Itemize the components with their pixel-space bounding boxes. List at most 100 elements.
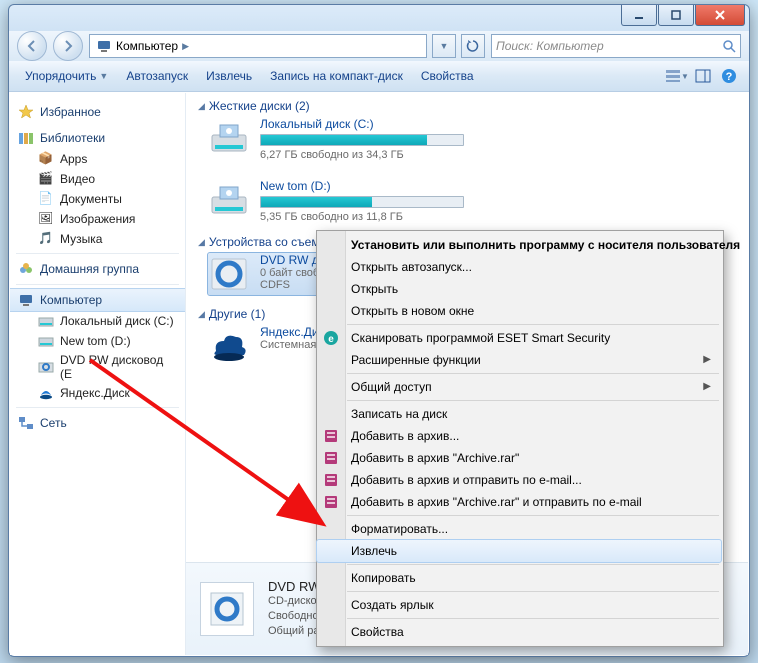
- homegroup-label: Домашняя группа: [40, 262, 139, 276]
- preview-pane-button[interactable]: [691, 65, 715, 87]
- context-menu-item[interactable]: Создать ярлык: [317, 594, 721, 616]
- context-menu-item[interactable]: Записать на диск: [317, 403, 721, 425]
- eject-button[interactable]: Извлечь: [198, 65, 260, 87]
- rar-icon: [323, 472, 339, 488]
- close-button[interactable]: [695, 5, 745, 26]
- context-menu-item[interactable]: Установить или выполнить программу с нос…: [317, 234, 721, 256]
- menu-separator: [347, 324, 719, 325]
- context-menu-item[interactable]: Открыть в новом окне: [317, 300, 721, 322]
- menu-separator: [347, 591, 719, 592]
- back-button[interactable]: [17, 31, 47, 61]
- homegroup-icon: [18, 261, 34, 277]
- computer-icon: [18, 292, 34, 308]
- context-menu-item[interactable]: Извлечь: [317, 540, 721, 562]
- eset-icon: e: [323, 330, 339, 346]
- sidebar-item-library[interactable]: 🎵Музыка: [10, 229, 185, 249]
- forward-button[interactable]: [53, 31, 83, 61]
- computer-group[interactable]: Компьютер: [10, 289, 185, 311]
- drive-subtext: 5,35 ГБ свободно из 11,8 ГБ: [260, 211, 464, 223]
- breadcrumb-root[interactable]: Компьютер ▶: [90, 35, 195, 57]
- sidebar-item-library[interactable]: 📦Apps: [10, 149, 185, 169]
- context-menu-item[interactable]: Свойства: [317, 621, 721, 643]
- context-menu-item[interactable]: Открыть: [317, 278, 721, 300]
- drive-tile[interactable]: Локальный диск (C:) 6,27 ГБ свободно из 3…: [208, 117, 464, 161]
- sidebar-item-drive[interactable]: Локальный диск (C:): [10, 311, 185, 331]
- burn-button[interactable]: Запись на компакт-диск: [262, 65, 411, 87]
- network-label: Сеть: [40, 416, 67, 430]
- properties-button[interactable]: Свойства: [413, 65, 482, 87]
- context-menu-item[interactable]: Копировать: [317, 567, 721, 589]
- capacity-bar: [260, 196, 464, 208]
- drive-icon: [38, 359, 54, 375]
- minimize-button[interactable]: [621, 5, 657, 26]
- menu-separator: [347, 564, 719, 565]
- sidebar-item-drive[interactable]: DVD RW дисковод (E: [10, 351, 185, 383]
- sidebar-item-label: Изображения: [60, 212, 135, 226]
- homegroup[interactable]: Домашняя группа: [10, 258, 185, 280]
- autoplay-button[interactable]: Автозапуск: [118, 65, 196, 87]
- search-input[interactable]: Поиск: Компьютер: [491, 34, 741, 58]
- sidebar-item-library[interactable]: 📄Документы: [10, 189, 185, 209]
- rar-icon: [323, 450, 339, 466]
- chevron-right-icon: ▶: [703, 354, 711, 365]
- address-bar[interactable]: Компьютер ▶: [89, 34, 427, 58]
- hdd-icon: [208, 179, 250, 221]
- sidebar-item-library[interactable]: 🎬Видео: [10, 169, 185, 189]
- sidebar-item-label: Яндекс.Диск: [60, 386, 130, 400]
- context-menu-item[interactable]: eСканировать программой ESET Smart Secur…: [317, 327, 721, 349]
- details-icon: [200, 582, 254, 636]
- menu-separator: [347, 618, 719, 619]
- sidebar-item-library[interactable]: 🖼Изображения: [10, 209, 185, 229]
- computer-icon: [96, 38, 112, 54]
- context-menu-item[interactable]: Добавить в архив...: [317, 425, 721, 447]
- libraries-group[interactable]: Библиотеки: [10, 127, 185, 149]
- sidebar-item-drive[interactable]: Яндекс.Диск: [10, 383, 185, 403]
- folder-icon: 🎵: [38, 231, 54, 247]
- organize-button[interactable]: Упорядочить ▼: [17, 65, 116, 87]
- folder-icon: 📄: [38, 191, 54, 207]
- rar-icon: [323, 494, 339, 510]
- disc-drive-icon: [208, 253, 250, 295]
- context-menu-item[interactable]: Общий доступ▶: [317, 376, 721, 398]
- sidebar-item-label: Видео: [60, 172, 95, 186]
- group-hdd[interactable]: ◢Жесткие диски (2): [198, 99, 736, 113]
- favorites-group[interactable]: Избранное: [10, 101, 185, 123]
- star-icon: [18, 104, 34, 120]
- drive-subtext: 6,27 ГБ свободно из 34,3 ГБ: [260, 149, 464, 161]
- context-menu-item[interactable]: Форматировать...: [317, 518, 721, 540]
- context-menu-item[interactable]: Добавить в архив и отправить по e-mail..…: [317, 469, 721, 491]
- menu-separator: [347, 400, 719, 401]
- svg-text:e: e: [328, 334, 334, 345]
- address-dropdown[interactable]: ▼: [432, 34, 456, 58]
- drive-name: Локальный диск (C:): [260, 117, 464, 131]
- view-mode-button[interactable]: ▼: [665, 65, 689, 87]
- network-icon: [18, 415, 34, 431]
- refresh-button[interactable]: [461, 34, 485, 58]
- network-group[interactable]: Сеть: [10, 412, 185, 434]
- chevron-right-icon: ▶: [703, 381, 711, 392]
- drive-tile[interactable]: New tom (D:)5,35 ГБ свободно из 11,8 ГБ: [208, 179, 464, 223]
- libraries-icon: [18, 130, 34, 146]
- menu-separator: [347, 515, 719, 516]
- context-menu-item[interactable]: Добавить в архив "Archive.rar": [317, 447, 721, 469]
- maximize-button[interactable]: [658, 5, 694, 26]
- search-placeholder: Поиск: Компьютер: [496, 39, 604, 53]
- chevron-right-icon: ▶: [182, 41, 189, 52]
- sidebar-item-drive[interactable]: New tom (D:): [10, 331, 185, 351]
- menu-separator: [347, 373, 719, 374]
- context-menu-item[interactable]: Расширенные функции▶: [317, 349, 721, 371]
- context-menu-item[interactable]: Открыть автозапуск...: [317, 256, 721, 278]
- nav-pane: Избранное Библиотеки 📦Apps🎬Видео📄Докумен…: [10, 93, 186, 655]
- context-menu: Установить или выполнить программу с нос…: [316, 230, 724, 647]
- sidebar-item-label: DVD RW дисковод (E: [60, 353, 177, 381]
- context-menu-item[interactable]: Добавить в архив "Archive.rar" и отправи…: [317, 491, 721, 513]
- computer-label: Компьютер: [40, 293, 102, 307]
- drive-icon: [38, 333, 54, 349]
- breadcrumb-label: Компьютер: [116, 39, 178, 53]
- favorites-label: Избранное: [40, 105, 101, 119]
- sidebar-item-label: New tom (D:): [60, 334, 131, 348]
- rar-icon: [323, 428, 339, 444]
- drive-icon: [38, 313, 54, 329]
- nav-row: Компьютер ▶ ▼ Поиск: Компьютер: [9, 31, 749, 61]
- help-button[interactable]: ?: [717, 65, 741, 87]
